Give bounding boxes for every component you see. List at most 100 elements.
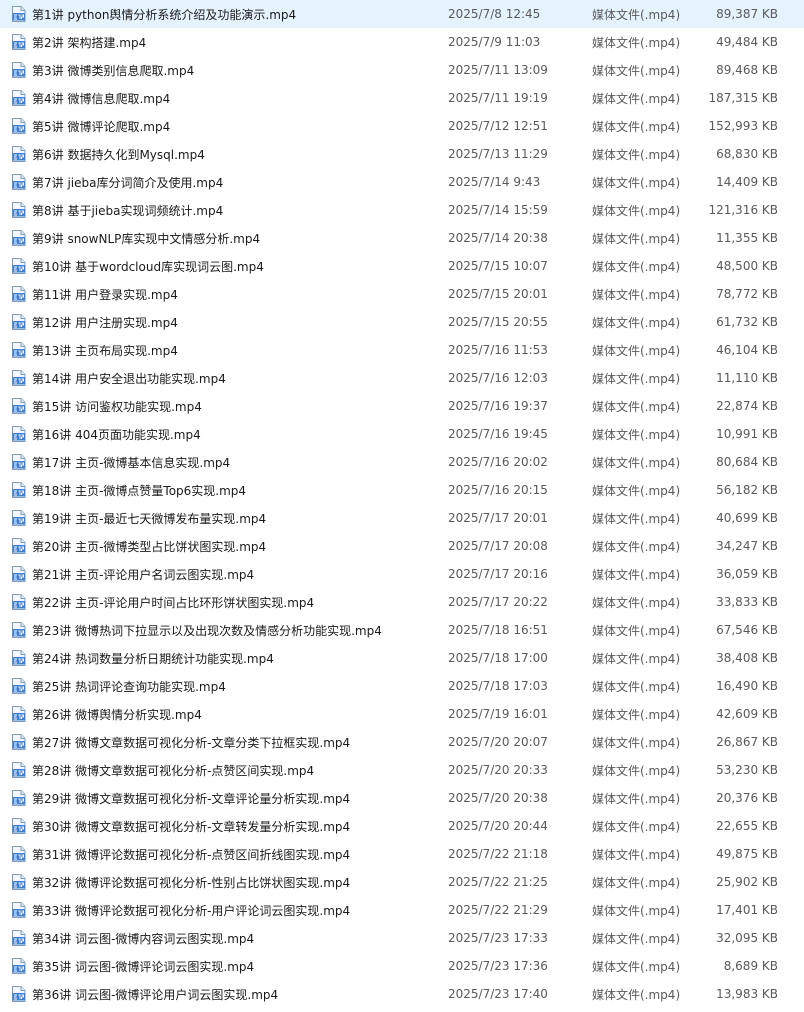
file-name: 第35讲 词云图-微博评论词云图实现.mp4 [32, 959, 255, 974]
file-row[interactable]: 第26讲 微博舆情分析实现.mp4 2025/7/19 16:01 媒体文件(.… [0, 700, 804, 728]
file-size: 48,500 KB [716, 259, 778, 273]
file-name: 第8讲 基于jieba实现词频统计.mp4 [32, 203, 224, 218]
mp4-video-file-icon [12, 846, 26, 862]
file-type: 媒体文件(.mp4) [592, 315, 681, 330]
file-size: 56,182 KB [716, 483, 778, 497]
file-list: 第1讲 python舆情分析系统介绍及功能演示.mp4 2025/7/8 12:… [0, 0, 804, 1008]
file-row[interactable]: 第3讲 微博类别信息爬取.mp4 2025/7/11 13:09 媒体文件(.m… [0, 56, 804, 84]
file-row[interactable]: 第23讲 微博热词下拉显示以及出现次数及情感分析功能实现.mp4 2025/7/… [0, 616, 804, 644]
file-modified-date: 2025/7/8 12:45 [448, 7, 541, 21]
file-size: 22,874 KB [716, 399, 778, 413]
file-size: 40,699 KB [716, 511, 778, 525]
mp4-video-file-icon [12, 734, 26, 750]
file-row[interactable]: 第4讲 微博信息爬取.mp4 2025/7/11 19:19 媒体文件(.mp4… [0, 84, 804, 112]
file-row[interactable]: 第13讲 主页布局实现.mp4 2025/7/16 11:53 媒体文件(.mp… [0, 336, 804, 364]
file-size: 34,247 KB [716, 539, 778, 553]
file-name: 第28讲 微博文章数据可视化分析-点赞区间实现.mp4 [32, 763, 315, 778]
file-type: 媒体文件(.mp4) [592, 455, 681, 470]
file-type: 媒体文件(.mp4) [592, 763, 681, 778]
file-name: 第31讲 微博评论数据可视化分析-点赞区间折线图实现.mp4 [32, 847, 351, 862]
file-modified-date: 2025/7/11 19:19 [448, 91, 548, 105]
file-row[interactable]: 第31讲 微博评论数据可视化分析-点赞区间折线图实现.mp4 2025/7/22… [0, 840, 804, 868]
file-row[interactable]: 第25讲 热词评论查询功能实现.mp4 2025/7/18 17:03 媒体文件… [0, 672, 804, 700]
file-size: 25,902 KB [716, 875, 778, 889]
mp4-video-file-icon [12, 706, 26, 722]
mp4-video-file-icon [12, 930, 26, 946]
file-name: 第5讲 微博评论爬取.mp4 [32, 119, 171, 134]
file-type: 媒体文件(.mp4) [592, 427, 681, 442]
file-row[interactable]: 第15讲 访问鉴权功能实现.mp4 2025/7/16 19:37 媒体文件(.… [0, 392, 804, 420]
file-type: 媒体文件(.mp4) [592, 959, 681, 974]
file-type: 媒体文件(.mp4) [592, 539, 681, 554]
file-row[interactable]: 第11讲 用户登录实现.mp4 2025/7/15 20:01 媒体文件(.mp… [0, 280, 804, 308]
file-row[interactable]: 第36讲 词云图-微博评论用户词云图实现.mp4 2025/7/23 17:40… [0, 980, 804, 1008]
file-name: 第7讲 jieba库分词简介及使用.mp4 [32, 175, 224, 190]
mp4-video-file-icon [12, 174, 26, 190]
file-name: 第33讲 微博评论数据可视化分析-用户评论词云图实现.mp4 [32, 903, 351, 918]
file-row[interactable]: 第12讲 用户注册实现.mp4 2025/7/15 20:55 媒体文件(.mp… [0, 308, 804, 336]
file-row[interactable]: 第24讲 热词数量分析日期统计功能实现.mp4 2025/7/18 17:00 … [0, 644, 804, 672]
file-modified-date: 2025/7/16 12:03 [448, 371, 548, 385]
file-row[interactable]: 第34讲 词云图-微博内容词云图实现.mp4 2025/7/23 17:33 媒… [0, 924, 804, 952]
file-row[interactable]: 第14讲 用户安全退出功能实现.mp4 2025/7/16 12:03 媒体文件… [0, 364, 804, 392]
mp4-video-file-icon [12, 398, 26, 414]
file-size: 49,484 KB [716, 35, 778, 49]
file-size: 20,376 KB [716, 791, 778, 805]
mp4-video-file-icon [12, 622, 26, 638]
file-name: 第4讲 微博信息爬取.mp4 [32, 91, 171, 106]
file-type: 媒体文件(.mp4) [592, 35, 681, 50]
file-row[interactable]: 第29讲 微博文章数据可视化分析-文章评论量分析实现.mp4 2025/7/20… [0, 784, 804, 812]
file-modified-date: 2025/7/23 17:40 [448, 987, 548, 1001]
file-name: 第10讲 基于wordcloud库实现词云图.mp4 [32, 259, 264, 274]
file-row[interactable]: 第5讲 微博评论爬取.mp4 2025/7/12 12:51 媒体文件(.mp4… [0, 112, 804, 140]
mp4-video-file-icon [12, 146, 26, 162]
mp4-video-file-icon [12, 678, 26, 694]
file-name: 第22讲 主页-评论用户时间占比环形饼状图实现.mp4 [32, 595, 315, 610]
file-row[interactable]: 第18讲 主页-微博点赞量Top6实现.mp4 2025/7/16 20:15 … [0, 476, 804, 504]
file-name: 第29讲 微博文章数据可视化分析-文章评论量分析实现.mp4 [32, 791, 351, 806]
file-row[interactable]: 第32讲 微博评论数据可视化分析-性别占比饼状图实现.mp4 2025/7/22… [0, 868, 804, 896]
file-name: 第6讲 数据持久化到Mysql.mp4 [32, 147, 205, 162]
file-type: 媒体文件(.mp4) [592, 623, 681, 638]
file-row[interactable]: 第10讲 基于wordcloud库实现词云图.mp4 2025/7/15 10:… [0, 252, 804, 280]
file-modified-date: 2025/7/16 20:02 [448, 455, 548, 469]
file-size: 46,104 KB [716, 343, 778, 357]
file-row[interactable]: 第20讲 主页-微博类型占比饼状图实现.mp4 2025/7/17 20:08 … [0, 532, 804, 560]
file-row[interactable]: 第16讲 404页面功能实现.mp4 2025/7/16 19:45 媒体文件(… [0, 420, 804, 448]
file-type: 媒体文件(.mp4) [592, 987, 681, 1002]
file-size: 49,875 KB [716, 847, 778, 861]
file-modified-date: 2025/7/20 20:38 [448, 791, 548, 805]
file-row[interactable]: 第9讲 snowNLP库实现中文情感分析.mp4 2025/7/14 20:38… [0, 224, 804, 252]
file-size: 187,315 KB [708, 91, 778, 105]
file-name: 第24讲 热词数量分析日期统计功能实现.mp4 [32, 651, 274, 666]
file-row[interactable]: 第30讲 微博文章数据可视化分析-文章转发量分析实现.mp4 2025/7/20… [0, 812, 804, 840]
file-modified-date: 2025/7/17 20:16 [448, 567, 548, 581]
file-row[interactable]: 第8讲 基于jieba实现词频统计.mp4 2025/7/14 15:59 媒体… [0, 196, 804, 224]
mp4-video-file-icon [12, 958, 26, 974]
file-type: 媒体文件(.mp4) [592, 903, 681, 918]
file-name: 第3讲 微博类别信息爬取.mp4 [32, 63, 195, 78]
file-row[interactable]: 第7讲 jieba库分词简介及使用.mp4 2025/7/14 9:43 媒体文… [0, 168, 804, 196]
file-type: 媒体文件(.mp4) [592, 343, 681, 358]
file-row[interactable]: 第35讲 词云图-微博评论词云图实现.mp4 2025/7/23 17:36 媒… [0, 952, 804, 980]
file-row[interactable]: 第2讲 架构搭建.mp4 2025/7/9 11:03 媒体文件(.mp4) 4… [0, 28, 804, 56]
file-name: 第13讲 主页布局实现.mp4 [32, 343, 178, 358]
file-type: 媒体文件(.mp4) [592, 231, 681, 246]
file-size: 11,355 KB [716, 231, 778, 245]
mp4-video-file-icon [12, 286, 26, 302]
file-name: 第15讲 访问鉴权功能实现.mp4 [32, 399, 202, 414]
file-row[interactable]: 第21讲 主页-评论用户名词云图实现.mp4 2025/7/17 20:16 媒… [0, 560, 804, 588]
file-type: 媒体文件(.mp4) [592, 791, 681, 806]
file-row[interactable]: 第19讲 主页-最近七天微博发布量实现.mp4 2025/7/17 20:01 … [0, 504, 804, 532]
mp4-video-file-icon [12, 6, 26, 22]
file-row[interactable]: 第1讲 python舆情分析系统介绍及功能演示.mp4 2025/7/8 12:… [0, 0, 804, 28]
file-name: 第9讲 snowNLP库实现中文情感分析.mp4 [32, 231, 261, 246]
file-row[interactable]: 第28讲 微博文章数据可视化分析-点赞区间实现.mp4 2025/7/20 20… [0, 756, 804, 784]
file-row[interactable]: 第33讲 微博评论数据可视化分析-用户评论词云图实现.mp4 2025/7/22… [0, 896, 804, 924]
file-row[interactable]: 第22讲 主页-评论用户时间占比环形饼状图实现.mp4 2025/7/17 20… [0, 588, 804, 616]
file-row[interactable]: 第6讲 数据持久化到Mysql.mp4 2025/7/13 11:29 媒体文件… [0, 140, 804, 168]
file-type: 媒体文件(.mp4) [592, 567, 681, 582]
file-row[interactable]: 第17讲 主页-微博基本信息实现.mp4 2025/7/16 20:02 媒体文… [0, 448, 804, 476]
file-row[interactable]: 第27讲 微博文章数据可视化分析-文章分类下拉框实现.mp4 2025/7/20… [0, 728, 804, 756]
mp4-video-file-icon [12, 482, 26, 498]
